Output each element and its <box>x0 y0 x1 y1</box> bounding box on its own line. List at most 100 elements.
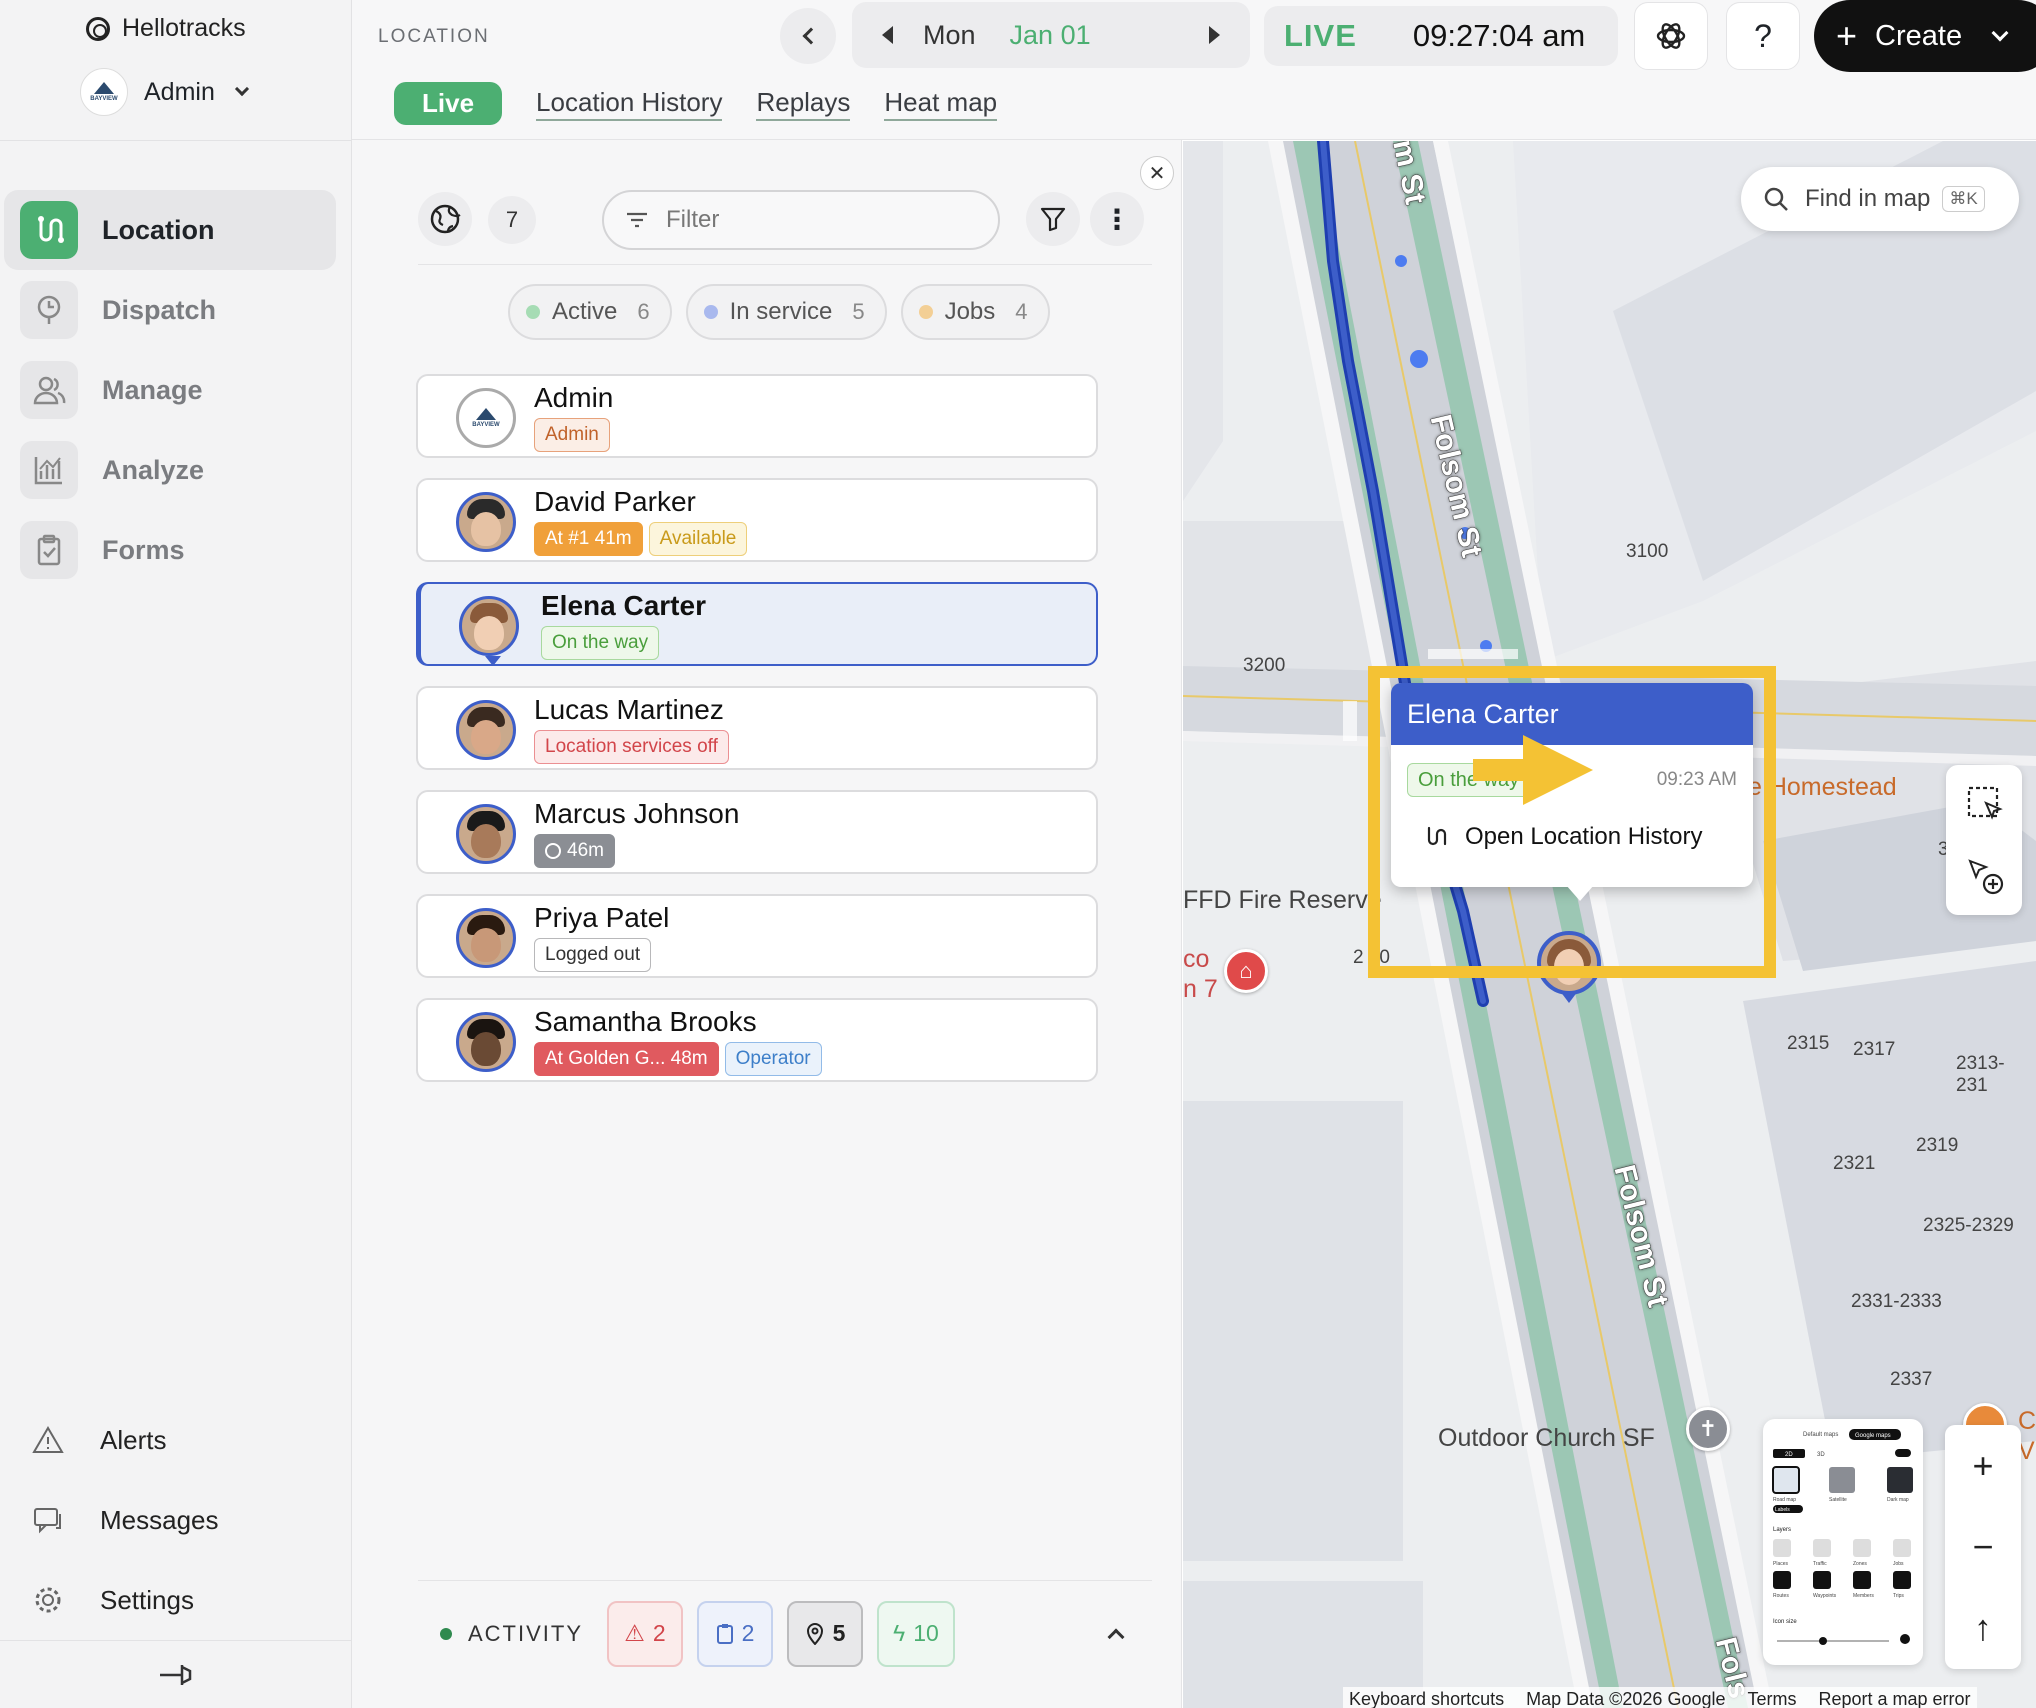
hellotracks-logo-icon <box>86 16 110 41</box>
date-value: Jan 01 <box>1009 19 1091 50</box>
status-chips: Active 6 In service 5 Jobs 4 <box>508 284 1050 340</box>
highlight-box <box>1368 666 1776 978</box>
nav-item-forms[interactable]: Forms <box>0 510 352 590</box>
add-waypoint-icon[interactable] <box>1966 857 2006 902</box>
nav-item-settings[interactable]: Settings <box>0 1560 352 1640</box>
activity-alerts-chip[interactable]: ⚠ 2 <box>607 1600 684 1667</box>
nav-item-analyze[interactable]: Analyze <box>0 430 352 510</box>
activity-events-chip[interactable]: ϟ 10 <box>877 1600 955 1667</box>
map-selection-tools <box>1946 765 2022 915</box>
warning-icon: ⚠ <box>624 1620 645 1646</box>
terms-link[interactable]: Terms <box>1747 1689 1796 1708</box>
keyboard-shortcuts-link[interactable]: Keyboard shortcuts <box>1349 1689 1504 1708</box>
status-badge: At #1 41m <box>534 522 643 556</box>
address-label: 2315 <box>1787 1033 1830 1054</box>
clipboard-icon <box>20 521 78 579</box>
map-type-label: Dark map <box>1887 1497 1909 1503</box>
activity-bar[interactable]: ACTIVITY ⚠ 2 2 5 ϟ 10 <box>418 1580 1152 1686</box>
zoom-out-button[interactable]: − <box>1972 1526 1993 1568</box>
avatar <box>456 492 516 552</box>
avatar-face <box>471 512 501 546</box>
layer-tab-label: Default maps <box>1803 1432 1838 1438</box>
tab-replays[interactable]: Replays <box>756 87 851 121</box>
tab-heat-map[interactable]: Heat map <box>884 87 998 121</box>
address-label: 2319 <box>1916 1135 1959 1156</box>
area-select-icon[interactable] <box>1966 785 2004 828</box>
map-view[interactable]: m St Folsom St Folsom St Fols 3100 3200 … <box>1183 141 2036 1708</box>
report-error-link[interactable]: Report a map error <box>1818 1689 1970 1708</box>
person-name: Elena Carter <box>541 590 706 621</box>
church-poi-icon[interactable]: ✝ <box>1686 1407 1730 1451</box>
activity-forms-chip[interactable]: 2 <box>697 1600 774 1667</box>
place-label: FFD Fire Reserve <box>1183 886 1382 914</box>
pin-sidebar-button[interactable] <box>0 1640 352 1708</box>
layer-label: Routes <box>1773 1593 1789 1599</box>
gear-icon <box>35 1587 61 1613</box>
zoom-in-button[interactable]: + <box>1972 1445 1993 1487</box>
sidebar: Hellotracks BAYVIEW Admin Location Dispa… <box>0 0 352 1708</box>
person-row[interactable]: Marcus Johnson 46m <box>416 790 1098 874</box>
person-name: Admin <box>534 382 614 413</box>
account-switcher[interactable]: BAYVIEW Admin <box>80 68 249 116</box>
compass-arrow-icon[interactable]: ↑ <box>1974 1607 1992 1649</box>
close-panel-button[interactable]: ✕ <box>1140 156 1174 190</box>
avatar-face <box>474 616 504 650</box>
layer-tab-label: Google maps <box>1855 1433 1891 1439</box>
more-options-button[interactable]: ⋮ <box>1090 192 1144 246</box>
nav-item-dispatch[interactable]: Dispatch <box>0 270 352 350</box>
date-back-button[interactable] <box>780 8 836 64</box>
avatar <box>456 1012 516 1072</box>
date-selector[interactable]: Mon Jan 01 <box>852 2 1250 68</box>
find-in-map-search[interactable]: Find in map ⌘K <box>1741 167 2019 231</box>
person-row[interactable]: David Parker At #1 41m Available <box>416 478 1098 562</box>
person-row[interactable]: BAYVIEW Admin Admin <box>416 374 1098 458</box>
account-name: Admin <box>144 77 215 106</box>
chevron-up-icon[interactable] <box>1107 1628 1125 1645</box>
status-badge: Operator <box>724 1042 822 1076</box>
chip-active[interactable]: Active 6 <box>508 284 672 340</box>
chip-label: In service <box>729 298 833 325</box>
advanced-filter-button[interactable] <box>1026 192 1080 246</box>
activity-places-chip[interactable]: 5 <box>787 1600 864 1667</box>
dispatch-icon <box>20 281 78 339</box>
create-button[interactable]: + Create <box>1814 0 2036 72</box>
status-badge: Logged out <box>534 938 652 972</box>
globe-button[interactable] <box>418 192 472 246</box>
filter-input[interactable] <box>666 206 966 234</box>
status-badge: At Golden G... 48m <box>534 1042 719 1076</box>
status-badge: Available <box>648 522 748 556</box>
tab-live[interactable]: Live <box>394 82 503 125</box>
live-clock[interactable]: LIVE 09:27:04 am <box>1264 6 1618 66</box>
next-day-icon[interactable] <box>1209 26 1220 44</box>
filter-lines-icon <box>627 212 647 228</box>
nav-item-messages[interactable]: Messages <box>0 1480 352 1560</box>
chip-count: 6 <box>637 299 650 324</box>
ai-knot-icon <box>1656 23 1686 49</box>
status-badges: Location services off <box>534 730 729 764</box>
person-row[interactable]: Lucas Martinez Location services off <box>416 686 1098 770</box>
chevron-left-icon <box>802 27 820 45</box>
person-row[interactable]: Priya Patel Logged out <box>416 894 1098 978</box>
status-badge-text: Operator <box>735 1048 811 1069</box>
previous-day-icon[interactable] <box>882 26 893 44</box>
status-badges: At #1 41m Available <box>534 522 748 556</box>
nav-item-alerts[interactable]: Alerts <box>0 1400 352 1480</box>
person-row[interactable]: Samantha Brooks At Golden G... 48m Operato… <box>416 998 1098 1082</box>
chip-jobs[interactable]: Jobs 4 <box>900 284 1050 340</box>
top-header: LOCATION Mon Jan 01 LIVE 09:27:04 am ? +… <box>352 0 2036 140</box>
close-icon: ✕ <box>1148 162 1166 185</box>
help-button[interactable]: ? <box>1726 2 1800 70</box>
map-layers-card[interactable]: Default maps Google maps 2D 3D Road map … <box>1763 1419 1923 1665</box>
org-name[interactable]: Hellotracks <box>86 14 246 43</box>
person-row[interactable]: Elena Carter On the way <box>416 582 1098 666</box>
tab-location-history[interactable]: Location History <box>536 87 723 121</box>
address-label: 2313-231 <box>1956 1053 2005 1096</box>
nav-item-location[interactable]: Location <box>4 190 336 270</box>
avatar <box>456 908 516 968</box>
map-mode-label: 3D <box>1817 1452 1825 1458</box>
nav-item-manage[interactable]: Manage <box>0 350 352 430</box>
chip-in-service[interactable]: In service 5 <box>685 284 887 340</box>
filter-field[interactable] <box>602 190 1000 250</box>
ai-assistant-button[interactable] <box>1634 2 1708 70</box>
fire-station-poi-icon[interactable]: ⌂ <box>1224 949 1268 993</box>
